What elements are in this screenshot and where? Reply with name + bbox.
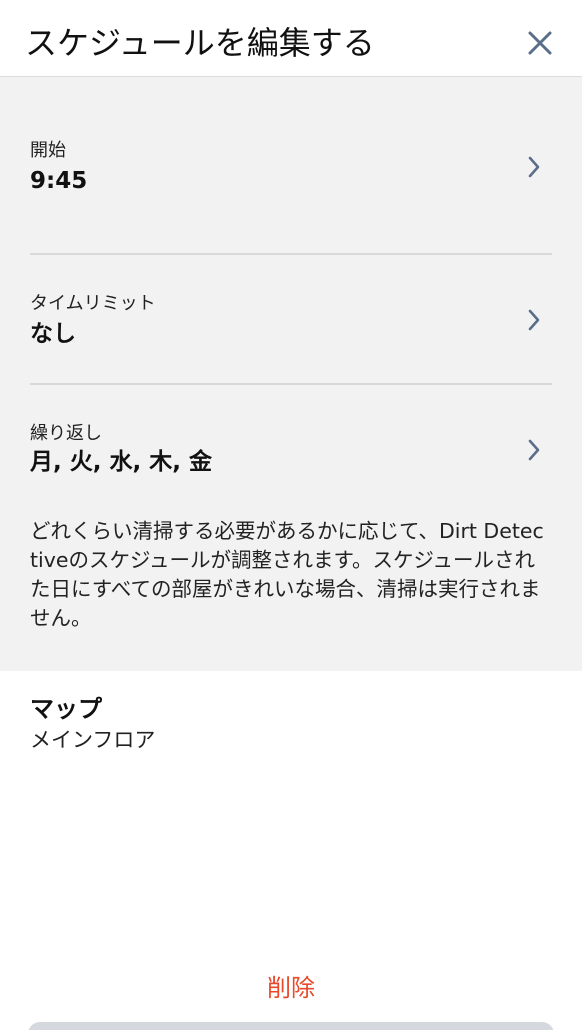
schedule-settings-panel: 開始 9:45 タイムリミット なし 繰り返し 月, 火, 水, 木, 金 どれ… bbox=[0, 77, 582, 671]
repeat-days-value: 月, 火, 水, 木, 金 bbox=[30, 449, 212, 475]
map-title: マップ bbox=[30, 695, 102, 723]
header: スケジュールを編集する bbox=[0, 0, 582, 77]
time-limit-label: タイムリミット bbox=[30, 293, 156, 314]
page-title: スケジュールを編集する bbox=[25, 24, 375, 62]
schedule-description: どれくらい清掃する必要があるかに応じて、Dirt Detectiveのスケジュー… bbox=[30, 519, 544, 630]
map-value: メインフロア bbox=[30, 728, 156, 752]
divider bbox=[30, 253, 552, 255]
chevron-right-icon bbox=[528, 439, 540, 461]
bottom-action-bar[interactable] bbox=[28, 1022, 554, 1030]
chevron-right-icon bbox=[528, 156, 540, 178]
time-limit-row[interactable]: タイムリミット なし bbox=[0, 285, 582, 355]
repeat-label: 繰り返し bbox=[30, 423, 102, 444]
repeat-row[interactable]: 繰り返し 月, 火, 水, 木, 金 bbox=[0, 415, 582, 485]
divider bbox=[30, 383, 552, 385]
chevron-right-icon bbox=[528, 309, 540, 331]
map-row[interactable]: マップ メインフロア bbox=[0, 671, 582, 781]
close-icon bbox=[528, 31, 552, 55]
close-button[interactable] bbox=[522, 25, 558, 61]
time-limit-value: なし bbox=[30, 321, 76, 347]
edit-schedule-sheet: スケジュールを編集する 開始 9:45 タイムリミット なし 繰り返し 月, 火… bbox=[0, 0, 582, 1030]
start-time-row[interactable]: 開始 9:45 bbox=[0, 132, 582, 202]
delete-button[interactable]: 削除 bbox=[0, 968, 582, 1008]
start-time-label: 開始 bbox=[30, 140, 66, 161]
start-time-value: 9:45 bbox=[30, 168, 88, 194]
